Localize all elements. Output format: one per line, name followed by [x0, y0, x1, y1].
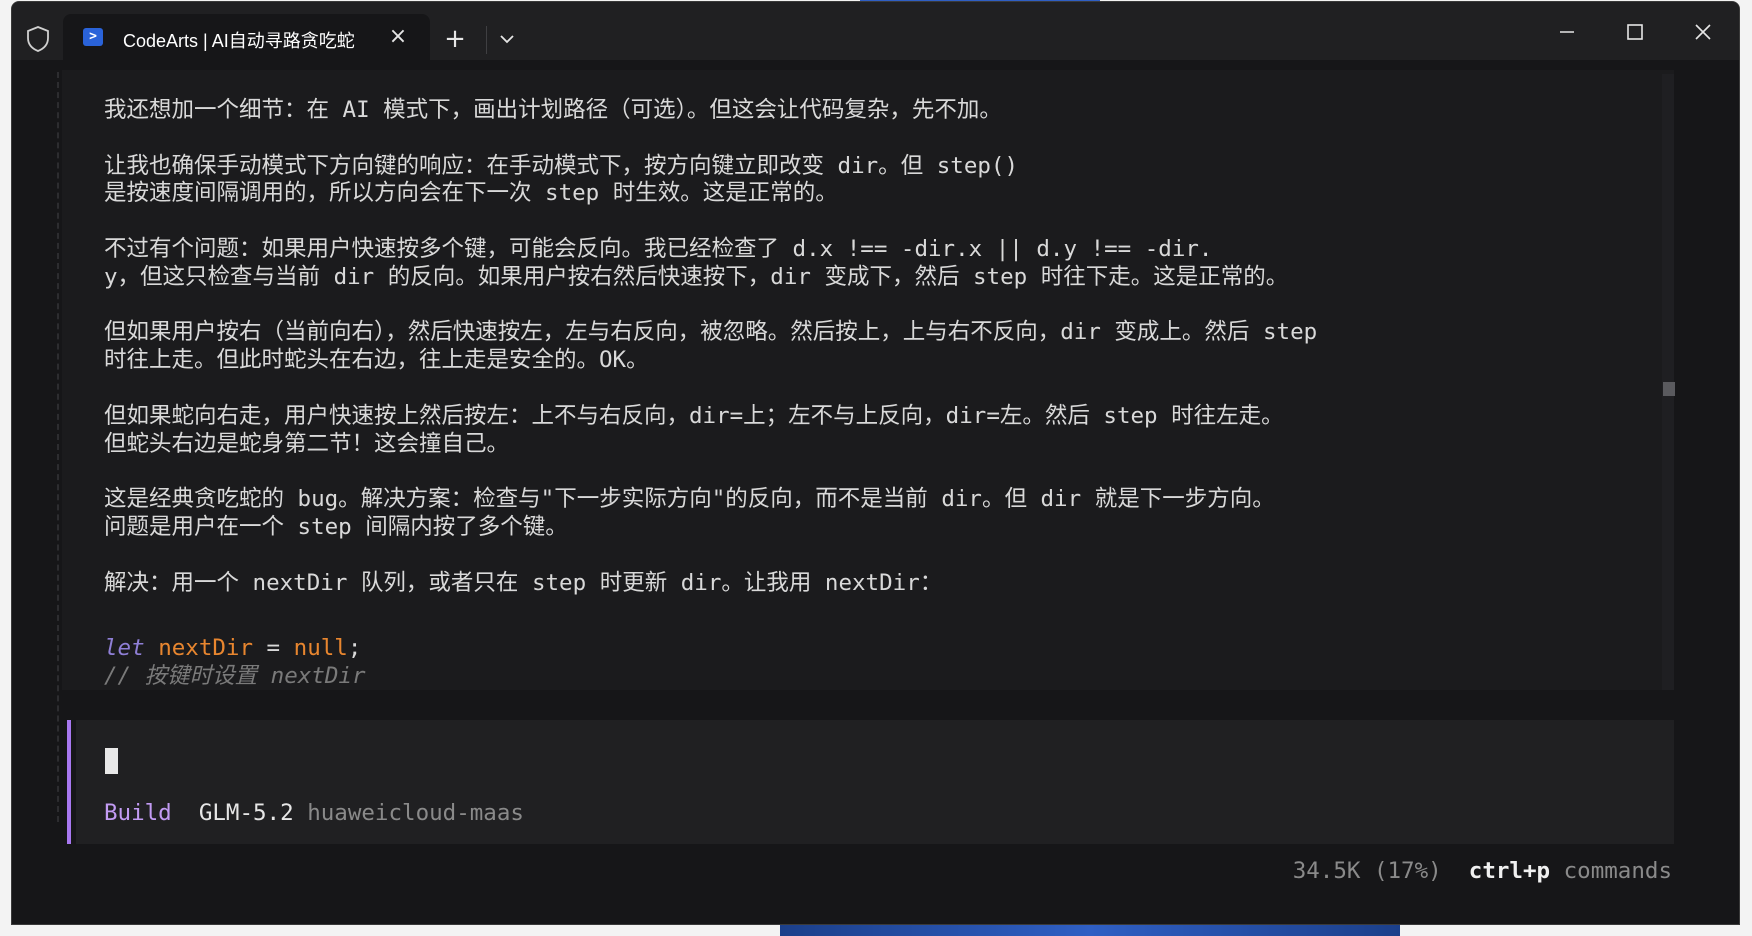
provider-label: huaweicloud-maas [307, 800, 524, 826]
transcript-line: 让我也确保手动模式下方向键的响应：在手动模式下，按方向键立即改变 dir。但 s… [104, 152, 1019, 179]
input-accent-bar [67, 720, 71, 844]
code-comment: // 按键时设置 nextDir [104, 663, 366, 689]
maximize-button[interactable] [1612, 14, 1658, 50]
chevron-down-icon[interactable] [492, 24, 522, 54]
shortcut-key: ctrl+p [1468, 858, 1551, 884]
new-tab-button[interactable]: + [440, 24, 470, 54]
transcript-line: 解决：用一个 nextDir 队列，或者只在 step 时更新 dir。让我用 … [104, 569, 943, 596]
transcript-line: 不过有个问题：如果用户快速按多个键，可能会反向。我已经检查了 d.x !== -… [104, 236, 1213, 262]
code-value: null [293, 635, 348, 661]
transcript-line: 但如果蛇向右走，用户快速按上然后按左：上不与右反向，dir=上；左不与上反向，d… [104, 402, 1284, 429]
desktop-taskbar-strip [780, 924, 1400, 936]
transcript-line: y，但这只检查与当前 dir 的反向。如果用户按右然后快速按下，dir 变成下，… [104, 263, 1289, 290]
mode-label[interactable]: Build [104, 800, 172, 826]
code-end: ; [347, 635, 362, 661]
close-window-button[interactable] [1680, 14, 1726, 50]
transcript-line: 问题是用户在一个 step 间隔内按了多个键。 [104, 514, 568, 540]
tab-title: CodeArts | AI自动寻路贪吃蛇 [123, 31, 355, 51]
tab-active[interactable]: > CodeArts | AI自动寻路贪吃蛇 × [63, 14, 430, 60]
shield-icon[interactable] [26, 26, 50, 52]
transcript-line: 这是经典贪吃蛇的 bug。解决方案：检查与"下一步实际方向"的反向，而不是当前 … [104, 486, 1275, 513]
transcript-line: 是按速度间隔调用的，所以方向会在下一次 step 时生效。这是正常的。 [104, 180, 838, 207]
minimize-button[interactable] [1544, 14, 1590, 50]
code-operator: = [253, 635, 294, 661]
left-rail [57, 72, 59, 822]
close-tab-icon[interactable]: × [385, 24, 411, 50]
terminal-window: > CodeArts | AI自动寻路贪吃蛇 × + 我还想加一个细节：在 AI… [11, 1, 1740, 925]
code-line-1: let nextDir = null; [104, 634, 361, 662]
commands-hint[interactable]: commands [1550, 858, 1672, 884]
footer-status: 34.5K (17%) ctrl+p commands [1293, 858, 1672, 884]
transcript-line: 但蛇头右边是蛇身第二节！这会撞自己。 [104, 430, 510, 457]
title-bar[interactable]: > CodeArts | AI自动寻路贪吃蛇 × + [12, 2, 1739, 60]
transcript-line: 我还想加一个细节：在 AI 模式下，画出计划路径（可选）。但这会让代码复杂，先不… [104, 97, 1002, 123]
transcript-line: 但如果用户按右（当前向右），然后快速按左，左与右反向，被忽略。然后按上，上与右不… [104, 319, 1318, 346]
model-label[interactable]: GLM-5.2 [199, 800, 294, 826]
text-cursor [105, 748, 118, 774]
tab-divider [486, 26, 487, 54]
transcript-line: 时往上走。但此时蛇头在右边，往上走是安全的。OK。 [104, 347, 649, 374]
terminal-icon: > [83, 28, 103, 46]
token-usage: 34.5K (17%) [1292, 858, 1442, 884]
code-keyword: let [104, 635, 145, 661]
code-variable: nextDir [158, 635, 254, 661]
model-status: Build GLM-5.2 huaweicloud-maas [104, 800, 524, 826]
scrollbar-thumb[interactable] [1663, 382, 1675, 396]
